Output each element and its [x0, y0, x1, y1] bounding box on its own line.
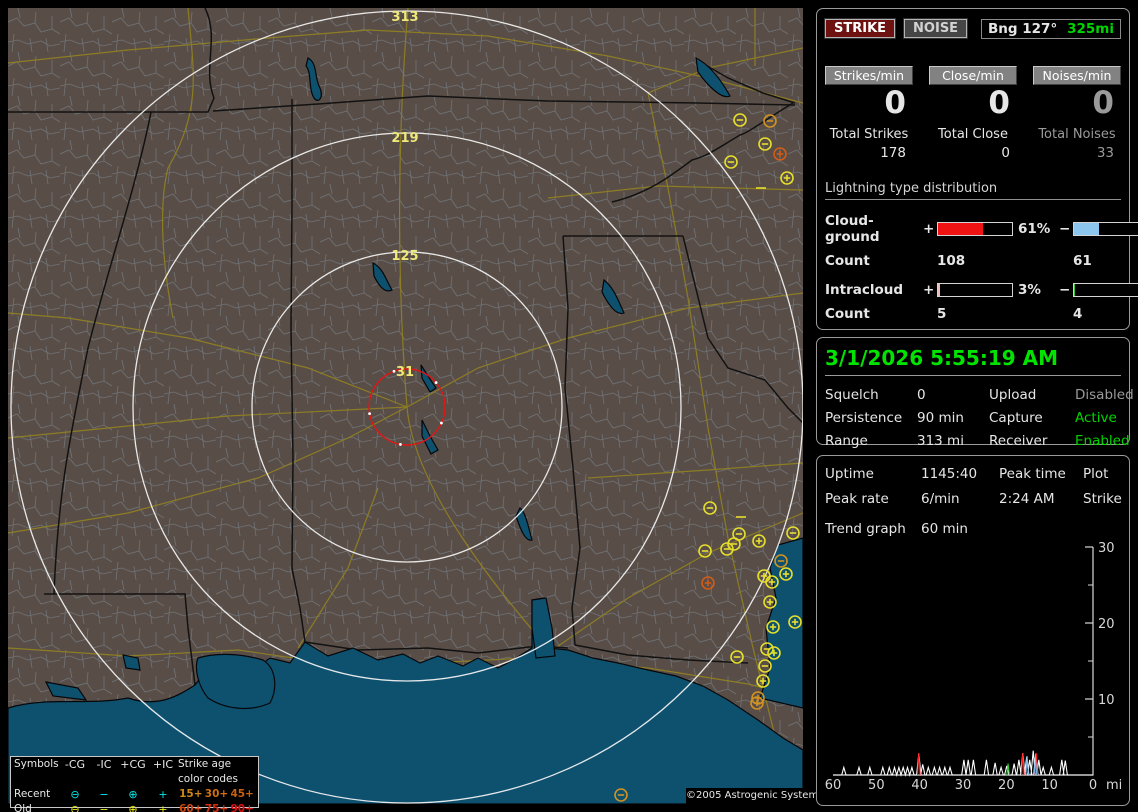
status-value: 313 mi: [917, 433, 989, 449]
counter-column: Strikes/min 0 Total Strikes 178: [825, 66, 913, 161]
age-code: 90+: [229, 802, 255, 812]
bearing-range-readout: Bng 127° 325mi: [981, 19, 1121, 39]
bearing-value: Bng 127°: [988, 21, 1057, 37]
status-grid: Squelch0UploadDisabledPersistence90 minC…: [825, 387, 1121, 449]
total-label: Total Strikes: [825, 127, 913, 142]
positive-bar: [937, 283, 1013, 297]
noise-mode-button[interactable]: NOISE: [904, 19, 967, 38]
nexstorm-app-window: 313 219 125 31 Symbols-CG-IC+CG+ICStrike ag…: [0, 0, 1138, 812]
trend-graph-label: Trend graph: [825, 521, 921, 537]
strike-counters-panel: STRIKE NOISE Bng 127° 325mi Strikes/min 0…: [816, 8, 1130, 330]
strike-mode-button[interactable]: STRIKE: [825, 19, 895, 38]
copyright-label: ©2005 Astrogenic Systems: [686, 788, 803, 804]
map-canvas: 313 219 125 31: [8, 8, 803, 804]
trend-graph-window: 60 min: [921, 521, 1121, 537]
stats-trend-panel: Uptime1145:40Peak timePlot Peak rate6/min…: [816, 455, 1130, 806]
svg-text:50: 50: [868, 778, 885, 793]
stat-cell: Strike: [1083, 491, 1122, 507]
counter-column: Noises/min 0 Total Noises 33: [1033, 66, 1121, 161]
ring-distance-label: 125: [391, 249, 418, 264]
status-value: Enabled: [1075, 433, 1134, 449]
lightning-distribution: Lightning type distribution Cloud-ground…: [825, 181, 1121, 322]
status-value: Disabled: [1075, 387, 1134, 403]
age-code: 15+: [178, 787, 204, 802]
stat-cell: 6/min: [921, 491, 999, 507]
total-label: Total Noises: [1033, 127, 1121, 142]
strike-trend-chart: 10 20 30 60 50 40 30 20 10 0 min: [825, 541, 1123, 793]
ring-distance-label: 31: [396, 365, 414, 380]
svg-text:30: 30: [955, 778, 972, 793]
age-code: 45+: [229, 787, 255, 802]
legend-symbol: +: [148, 787, 178, 802]
distribution-count-row: Count10861: [825, 253, 1121, 269]
datetime-readout: 3/1/2026 5:55:19 AM: [825, 346, 1121, 376]
distribution-row: Cloud-ground+61%−34%: [825, 213, 1121, 245]
age-code: 75+: [204, 802, 230, 812]
distribution-count-row: Count54: [825, 306, 1121, 322]
svg-text:40: 40: [911, 778, 928, 793]
status-label: Persistence: [825, 410, 917, 426]
svg-text:20: 20: [998, 778, 1015, 793]
distribution-row: Intracloud+3%−2%: [825, 282, 1121, 298]
counter-header-button[interactable]: Close/min: [929, 66, 1017, 85]
legend-symbol: ⊕: [118, 802, 148, 812]
stat-cell: Peak time: [999, 466, 1083, 482]
stat-cell: Plot: [1083, 466, 1122, 482]
distribution-title: Lightning type distribution: [825, 181, 1121, 200]
total-label: Total Close: [929, 127, 1017, 142]
counter-column: Close/min 0 Total Close 0: [929, 66, 1017, 161]
svg-text:20: 20: [1098, 617, 1115, 632]
status-label: Squelch: [825, 387, 917, 403]
status-label: Capture: [989, 410, 1075, 426]
status-panel: 3/1/2026 5:55:19 AM Squelch0UploadDisabl…: [816, 337, 1130, 445]
status-label: Range: [825, 433, 917, 449]
symbol-legend: Symbols-CG-IC+CG+ICStrike age color code…: [10, 756, 259, 808]
status-value: 90 min: [917, 410, 989, 426]
counter-header-button[interactable]: Noises/min: [1033, 66, 1121, 85]
ring-distance-label: 313: [391, 10, 418, 25]
stat-cell: 1145:40: [921, 466, 999, 482]
age-code: 30+: [204, 787, 230, 802]
rate-value: 0: [825, 87, 913, 120]
status-label: Upload: [989, 387, 1075, 403]
total-value: 0: [929, 145, 1017, 161]
ring-distance-label: 219: [391, 131, 418, 146]
legend-symbol: ⊖: [60, 787, 90, 802]
legend-symbol: ⊖: [60, 802, 90, 812]
svg-text:60: 60: [825, 778, 841, 793]
rate-counters: Strikes/min 0 Total Strikes 178 Close/min 0 To…: [825, 66, 1121, 161]
age-code: 60+: [178, 802, 204, 812]
rate-value: 0: [1033, 87, 1121, 120]
stat-cell: Peak rate: [825, 491, 921, 507]
svg-text:min: min: [1106, 778, 1123, 793]
negative-bar: [1073, 283, 1138, 297]
svg-text:0: 0: [1089, 778, 1097, 793]
rate-value: 0: [929, 87, 1017, 120]
legend-symbol: −: [90, 802, 118, 812]
legend-symbol: −: [90, 787, 118, 802]
svg-text:10: 10: [1041, 778, 1058, 793]
counter-header-button[interactable]: Strikes/min: [825, 66, 913, 85]
legend-symbol: +: [148, 802, 178, 812]
stat-cell: Uptime: [825, 466, 921, 482]
svg-text:30: 30: [1098, 541, 1115, 556]
status-label: Receiver: [989, 433, 1075, 449]
stats-grid: Uptime1145:40Peak timePlot Peak rate6/min…: [825, 466, 1121, 507]
stat-cell: 2:24 AM: [999, 491, 1083, 507]
status-value: Active: [1075, 410, 1134, 426]
negative-bar: [1073, 222, 1138, 236]
positive-bar: [937, 222, 1013, 236]
legend-symbol: ⊕: [118, 787, 148, 802]
total-value: 33: [1033, 145, 1121, 161]
bearing-distance: 325mi: [1067, 21, 1114, 37]
lightning-map[interactable]: 31321912531 Symbols-CG-IC+CG+ICStrike ag…: [8, 8, 803, 804]
status-value: 0: [917, 387, 989, 403]
total-value: 178: [825, 145, 913, 161]
svg-text:10: 10: [1098, 693, 1115, 708]
